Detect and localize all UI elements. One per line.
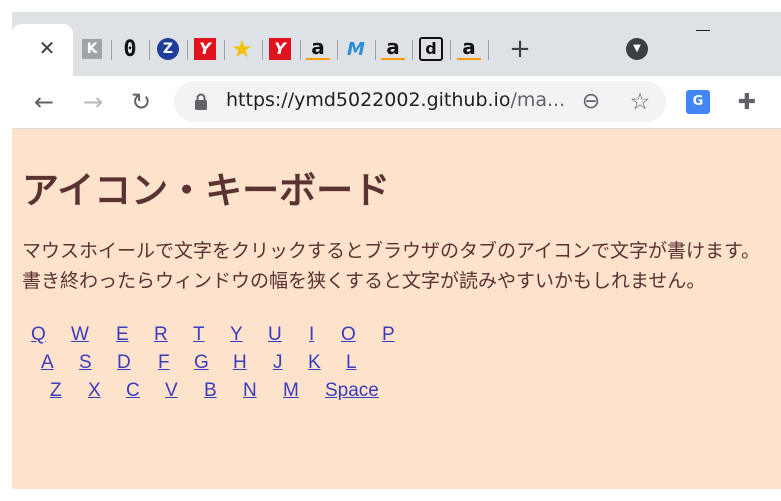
y-red-glyph: Y [269,38,291,60]
url-text[interactable]: https://ymd5022002.github.io/ma... [226,89,565,111]
key-j[interactable]: J [273,352,283,374]
key-h[interactable]: H [233,352,247,374]
url-main: https://ymd5022002.github.io [226,89,511,111]
key-u[interactable]: U [268,324,282,346]
translate-extension-icon[interactable]: G [686,90,710,114]
new-tab-button[interactable]: + [508,36,532,62]
zero-icon[interactable]: 0 [118,36,142,62]
url-rest: /ma... [510,89,566,111]
tab-separator [300,40,301,60]
key-e[interactable]: E [116,324,129,346]
back-button[interactable]: ← [30,88,58,116]
y-red-icon[interactable]: Y [193,36,217,62]
key-o[interactable]: O [341,324,356,346]
description-line: 書き終わったらウィンドウの幅を狭くすると文字が読みやすいかもしれません。 [22,270,706,292]
key-a[interactable]: A [41,352,54,374]
d-icon[interactable]: d [419,36,443,62]
amazon-icon[interactable]: a [457,35,481,60]
key-r[interactable]: R [154,324,168,346]
bookmark-star-icon[interactable]: ☆ [626,88,654,116]
d-glyph: d [419,37,443,61]
key-m[interactable]: M [283,380,299,402]
tab-search-icon[interactable]: ▼ [626,38,648,60]
z-circle-icon[interactable]: Z [156,36,180,62]
key-i[interactable]: I [309,324,314,346]
close-icon[interactable]: ✕ [35,36,59,60]
tab-separator [450,40,451,60]
tab-separator [149,40,150,60]
key-c[interactable]: C [126,380,140,402]
key-t[interactable]: T [193,324,205,346]
y-red-glyph: Y [194,38,216,60]
description: マウスホイールで文字をクリックするとブラウザのタブのアイコンで文字が書けます。 … [22,236,760,296]
key-b[interactable]: B [204,380,217,402]
zoom-icon[interactable]: ⊖ [578,89,604,115]
y-red-icon[interactable]: Y [268,36,292,62]
key-space[interactable]: Space [325,380,379,402]
forward-button[interactable]: → [79,88,107,116]
star-icon[interactable]: ★ [230,35,254,63]
tab-separator [111,40,112,60]
key-y[interactable]: Y [230,324,243,346]
tab-separator [412,40,413,60]
key-d[interactable]: D [117,352,131,374]
minimize-button[interactable] [696,30,710,31]
key-l[interactable]: L [346,352,357,374]
key-f[interactable]: F [158,352,170,374]
tab-separator [262,40,263,60]
key-n[interactable]: N [243,380,257,402]
key-w[interactable]: W [71,324,89,346]
tab-separator [488,40,489,60]
key-q[interactable]: Q [31,324,46,346]
key-z[interactable]: Z [50,380,62,402]
k-arrow-icon[interactable]: K [80,36,104,62]
reload-button[interactable]: ↻ [127,88,155,116]
key-g[interactable]: G [194,352,209,374]
extensions-puzzle-icon[interactable]: ✚ [734,90,760,116]
page-title: アイコン・キーボード [22,169,391,212]
tab-separator [337,40,338,60]
key-p[interactable]: P [382,324,395,346]
key-k[interactable]: K [308,352,321,374]
lock-icon[interactable] [193,93,209,111]
key-x[interactable]: X [88,380,101,402]
description-line: マウスホイールで文字をクリックするとブラウザのタブのアイコンで文字が書けます。 [22,240,761,262]
k-arrow-glyph: K [82,39,102,59]
amazon-icon[interactable]: a [306,35,330,60]
tab-separator [187,40,188,60]
amazon-icon[interactable]: a [381,35,405,60]
m-icon[interactable]: M [344,36,368,62]
tab-separator [375,40,376,60]
z-circle-glyph: Z [157,38,179,60]
key-s[interactable]: S [79,352,92,374]
tab-separator [224,40,225,60]
key-v[interactable]: V [165,380,178,402]
